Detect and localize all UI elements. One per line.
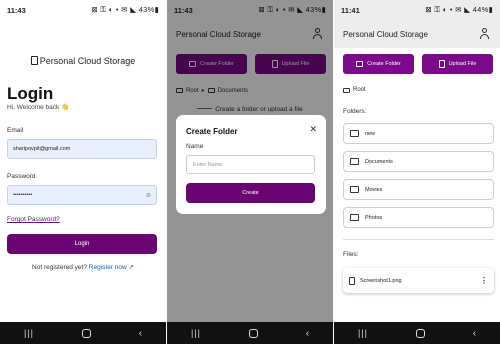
folder-item-new[interactable]: new bbox=[343, 123, 494, 144]
create-folder-dialog: Create Folder ✕ Name Enter Name Create bbox=[176, 115, 326, 214]
folder-item-photos[interactable]: Photos bbox=[343, 207, 494, 228]
file-upload-icon bbox=[438, 60, 445, 68]
page-title: Login bbox=[7, 84, 54, 103]
folder-icon bbox=[350, 130, 359, 137]
welcome-text: Hi, Welcome back 👋 bbox=[7, 104, 70, 111]
folder-name: new bbox=[365, 130, 376, 137]
upload-file-label: Upload File bbox=[448, 61, 477, 67]
status-icons: ⊠ ⚿ ◐ • ✉ ◣ 43%▮ bbox=[91, 5, 159, 14]
status-bar: 11:41 ⊠ ⚿ ◐ • ✉ ◣ 44%▮ bbox=[334, 0, 500, 20]
email-label: Email bbox=[7, 127, 24, 134]
back-button[interactable]: ‹ bbox=[473, 328, 476, 339]
register-link[interactable]: Register now ↗ bbox=[89, 264, 134, 271]
section-divider bbox=[343, 239, 494, 240]
root-listing-screen: 11:41 ⊠ ⚿ ◐ • ✉ ◣ 44%▮ Personal Cloud St… bbox=[334, 0, 500, 344]
android-nav-bar: ||| ‹ bbox=[167, 322, 333, 344]
back-button[interactable]: ‹ bbox=[139, 328, 142, 339]
eye-off-icon[interactable]: ⊘ bbox=[146, 192, 151, 199]
status-time: 11:41 bbox=[341, 5, 360, 15]
file-icon bbox=[349, 276, 355, 285]
recent-apps-button[interactable]: ||| bbox=[358, 328, 368, 338]
close-icon[interactable]: ✕ bbox=[309, 124, 317, 135]
folder-name: Documents bbox=[365, 158, 393, 165]
folder-icon bbox=[343, 87, 350, 93]
create-folder-button[interactable]: Create Folder bbox=[343, 54, 414, 74]
document-icon bbox=[30, 56, 38, 65]
file-name: Screenshot1.png bbox=[360, 277, 402, 284]
folder-name: Photos bbox=[365, 214, 383, 221]
brand-name: Personal Cloud Storage bbox=[39, 56, 136, 66]
forgot-password-link[interactable]: Forgot Password? bbox=[7, 216, 60, 223]
create-folder-label: Create Folder bbox=[367, 61, 401, 67]
breadcrumb-root[interactable]: Root bbox=[353, 87, 366, 93]
back-button[interactable]: ‹ bbox=[306, 328, 309, 339]
create-folder-screen: 11:43 ⊠ ⚿ ◐ • ✉ ◣ 43%▮ Personal Cloud St… bbox=[167, 0, 333, 344]
status-time: 11:43 bbox=[7, 5, 26, 15]
folder-icon bbox=[350, 214, 359, 221]
register-text: Not registered yet? bbox=[32, 264, 87, 271]
user-icon[interactable] bbox=[479, 28, 491, 40]
android-nav-bar: ||| ‹ bbox=[334, 322, 500, 344]
home-button[interactable] bbox=[81, 328, 91, 338]
home-button[interactable] bbox=[415, 328, 425, 338]
app-title: Personal Cloud Storage bbox=[343, 29, 428, 39]
register-prompt: Not registered yet? Register now ↗ bbox=[0, 263, 166, 271]
folder-name-placeholder: Enter Name bbox=[193, 161, 223, 168]
status-bar: 11:43 ⊠ ⚿ ◐ • ✉ ◣ 43%▮ bbox=[0, 0, 166, 20]
home-button[interactable] bbox=[248, 328, 258, 338]
more-options-icon[interactable]: ⋮ bbox=[480, 276, 488, 285]
name-label: Name bbox=[186, 143, 204, 150]
email-value: sharipovpit@gmail.com bbox=[13, 146, 71, 152]
app-header: Personal Cloud Storage bbox=[334, 20, 500, 48]
dialog-title: Create Folder bbox=[186, 127, 238, 136]
folder-icon bbox=[350, 186, 359, 193]
create-button[interactable]: Create bbox=[186, 183, 315, 203]
status-icons: ⊠ ⚿ ◐ • ✉ ◣ 44%▮ bbox=[425, 5, 493, 14]
upload-file-button[interactable]: Upload File bbox=[422, 54, 493, 74]
password-label: Password bbox=[7, 173, 36, 180]
folder-plus-icon bbox=[356, 61, 364, 67]
recent-apps-button[interactable]: ||| bbox=[191, 328, 201, 338]
password-value: •••••••••• bbox=[13, 192, 33, 198]
login-screen: 11:43 ⊠ ⚿ ◐ • ✉ ◣ 43%▮ Personal Cloud St… bbox=[0, 0, 166, 344]
brand-header: Personal Cloud Storage bbox=[0, 56, 166, 66]
file-item[interactable]: Screenshot1.png ⋮ bbox=[343, 268, 494, 293]
folder-name-input[interactable]: Enter Name bbox=[186, 155, 315, 174]
files-label: Files: bbox=[343, 251, 359, 258]
breadcrumb: Root bbox=[343, 87, 366, 93]
folders-label: Folders: bbox=[343, 108, 367, 115]
android-nav-bar: ||| ‹ bbox=[0, 322, 166, 344]
folder-item-movies[interactable]: Movies bbox=[343, 179, 494, 200]
password-field[interactable]: •••••••••• ⊘ bbox=[7, 185, 157, 205]
login-button[interactable]: Login bbox=[7, 234, 157, 254]
folder-item-documents[interactable]: Documents bbox=[343, 151, 494, 172]
folder-name: Movies bbox=[365, 186, 383, 193]
email-field[interactable]: sharipovpit@gmail.com bbox=[7, 139, 157, 159]
folder-icon bbox=[350, 158, 359, 165]
recent-apps-button[interactable]: ||| bbox=[24, 328, 34, 338]
